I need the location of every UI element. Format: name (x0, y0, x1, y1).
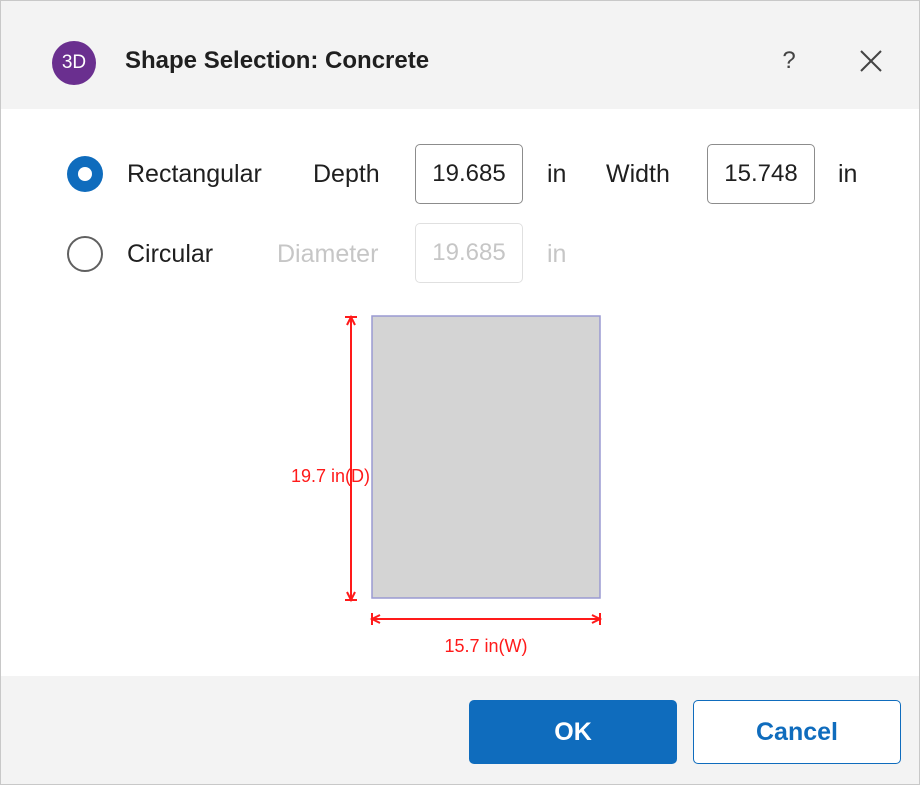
width-input[interactable]: 15.748 (707, 144, 815, 204)
rectangular-radio[interactable] (67, 156, 103, 192)
diameter-unit: in (547, 240, 567, 268)
width-dimension-line (369, 613, 603, 625)
diameter-label: Diameter (277, 240, 379, 268)
close-button[interactable] (851, 41, 891, 81)
depth-unit: in (547, 160, 567, 188)
section-rectangle (371, 315, 601, 599)
shape-selection-dialog: 3D Shape Selection: Concrete ? Rectangul… (0, 0, 920, 785)
app-3d-icon: 3D (52, 41, 96, 85)
rectangular-label[interactable]: Rectangular (127, 159, 262, 189)
width-unit: in (838, 160, 858, 188)
circular-label[interactable]: Circular (127, 239, 213, 269)
depth-dimension-line (345, 314, 357, 603)
diameter-input[interactable]: 19.685 (415, 223, 523, 283)
circular-radio[interactable] (67, 236, 103, 272)
depth-input[interactable]: 19.685 (415, 144, 523, 204)
title-bar: 3D Shape Selection: Concrete ? (1, 1, 919, 109)
ok-button[interactable]: OK (469, 700, 677, 764)
dialog-footer: OK Cancel (1, 676, 919, 784)
width-dimension-label: 15.7 in(W) (444, 636, 527, 656)
depth-dimension-label: 19.7 in(D) (291, 466, 370, 486)
width-label: Width (606, 160, 670, 188)
help-button[interactable]: ? (771, 41, 807, 81)
dialog-title: Shape Selection: Concrete (125, 47, 430, 74)
shape-preview: 19.7 in(D) 15.7 in(W) (291, 314, 603, 656)
depth-label: Depth (313, 160, 380, 188)
cancel-button[interactable]: Cancel (693, 700, 901, 764)
close-icon (860, 50, 882, 72)
